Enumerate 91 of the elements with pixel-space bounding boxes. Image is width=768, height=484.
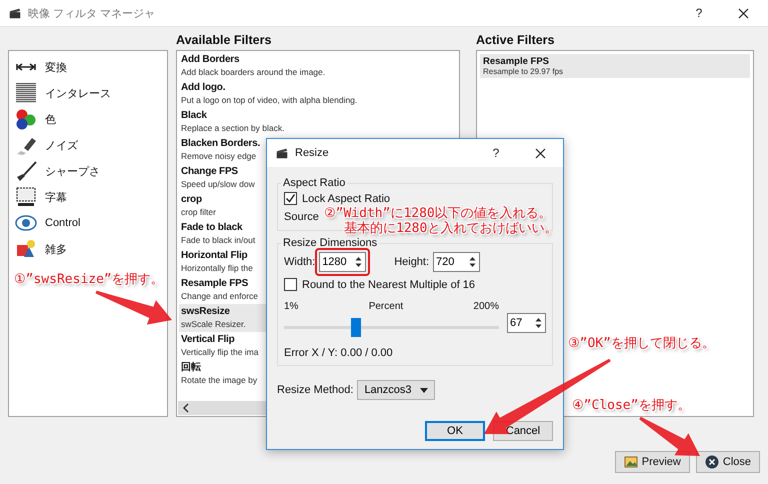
spin-box[interactable]: 1280	[319, 252, 366, 272]
scroll-left-icon	[182, 403, 190, 413]
clapboard-icon	[8, 6, 22, 20]
filter-name: Add logo.	[181, 81, 226, 95]
filter-name: 回転	[181, 361, 201, 375]
filter-description: Fade to black in/out	[181, 235, 256, 246]
filter-description: crop filter	[181, 207, 216, 218]
close-icon	[534, 148, 546, 158]
spinner-arrows-icon	[468, 255, 478, 269]
percent-field[interactable]: 67	[508, 317, 534, 329]
filter-description: Vertically flip the ima	[181, 347, 258, 358]
color-balls-icon	[15, 108, 37, 130]
annotation-text: ①”swsResize”を押す。	[14, 272, 164, 287]
field-label: Height:	[394, 256, 430, 268]
slider-label: Percent	[368, 301, 404, 312]
close-circle-icon	[704, 455, 719, 469]
scale-label: 1%	[284, 301, 298, 312]
annotation-text: ④”Close”を押す。	[572, 398, 690, 413]
field-label: Source	[284, 211, 319, 223]
category-item[interactable]: 雑多	[15, 236, 161, 262]
field-label: Resize Method:	[277, 384, 354, 396]
help-button[interactable]: ?	[680, 1, 718, 25]
highlight-frame	[315, 248, 370, 276]
ok-button[interactable]: OK	[425, 421, 485, 441]
filter-name: Change FPS	[181, 165, 238, 179]
filter-item[interactable]: Resample FPS Resample to 29.97 fps	[480, 54, 750, 78]
filter-item[interactable]: Add logo. Put a logo on top of video, with alpha blending.	[179, 80, 457, 108]
filter-name: Horizontal Flip	[181, 249, 248, 263]
group-title: Aspect Ratio	[281, 177, 348, 189]
close-button[interactable]: Close	[696, 451, 760, 473]
method-dropdown[interactable]: Lanzcos3	[357, 380, 435, 400]
error-readout: Error X / Y: 0.00 / 0.00	[284, 347, 393, 359]
filter-name: Vertical Flip	[181, 333, 235, 347]
caret-icon	[420, 388, 428, 392]
checkbox-label: Round to the Nearest Multiple of 16	[302, 278, 476, 290]
filter-name: Resample FPS	[181, 277, 248, 291]
dialog-title: Resize	[295, 147, 329, 159]
category-item[interactable]: Control	[15, 210, 161, 236]
category-item[interactable]: シャープさ	[15, 158, 161, 184]
group-title: Resize Dimensions	[281, 237, 380, 249]
clapboard-icon	[275, 146, 289, 160]
spin-box[interactable]: 67	[507, 313, 546, 333]
checkbox[interactable]	[284, 192, 297, 205]
slider-thumb[interactable]	[351, 318, 362, 337]
category-item[interactable]: ノイズ	[15, 132, 161, 158]
annotation-text: ②”Width”に1280以下の値を入れる。 基本的に1280と入れておけばいい。	[324, 206, 558, 236]
filter-item[interactable]: Add Borders Add black boarders around the image.	[179, 52, 457, 80]
spinner-arrows-icon	[354, 255, 364, 269]
filter-description: Horizontally flip the	[181, 263, 253, 274]
brush-icon	[15, 160, 37, 182]
picture-icon	[624, 456, 638, 468]
field-label: Width:	[284, 256, 316, 268]
scale-label: 200%	[473, 301, 499, 312]
filter-name: Add Borders	[181, 53, 240, 67]
section-heading: Active Filters	[476, 33, 556, 47]
category-item[interactable]: 色	[15, 106, 161, 132]
filter-description: Speed up/slow dow	[181, 179, 255, 190]
category-item[interactable]: 変換	[15, 54, 161, 80]
filter-description: Change and enforce	[181, 291, 258, 302]
filter-description: Remove noisy edge	[181, 151, 256, 162]
window-title: 映像 フィルタ マネージャ	[28, 6, 156, 20]
annotation-text: ③”OK”を押して閉じる。	[568, 336, 715, 351]
filter-name: swsResize	[181, 305, 230, 319]
category-item[interactable]: 字幕	[15, 184, 161, 210]
filter-description: Add black boarders around the image.	[181, 67, 326, 78]
close-icon	[738, 8, 748, 18]
subtitle-frame-icon	[15, 186, 37, 208]
filter-description: swScale Resizer.	[181, 319, 246, 330]
section-heading: Available Filters	[176, 33, 272, 47]
height-field[interactable]: 720	[434, 256, 468, 268]
checkbox[interactable]	[284, 278, 297, 291]
width-field[interactable]: 1280	[320, 256, 354, 268]
filter-name: crop	[181, 193, 202, 207]
spin-box[interactable]: 720	[433, 252, 480, 272]
category-item[interactable]: インタレース	[15, 80, 161, 106]
filter-name: Blacken Borders.	[181, 137, 260, 151]
arrow	[639, 416, 700, 456]
filter-description: Put a logo on top of video, with alpha blending.	[181, 95, 358, 106]
help-button[interactable]: ?	[477, 141, 515, 165]
filter-item[interactable]: Black Replace a section by black.	[179, 108, 457, 136]
preview-button[interactable]: Preview	[614, 451, 690, 473]
filter-description: Rotate the image by	[181, 375, 258, 386]
filter-name: Black	[181, 109, 207, 123]
filter-description: Replace a section by black.	[181, 123, 284, 134]
filter-name: Resample FPS	[483, 56, 549, 67]
stripes-icon	[15, 82, 37, 104]
spinner-arrows-icon	[534, 316, 543, 330]
checkbox-label: Lock Aspect Ratio	[302, 192, 390, 204]
filter-description: Resample to 29.97 fps	[483, 67, 564, 76]
shapes-icon	[15, 238, 37, 260]
filter-name: Fade to black	[181, 221, 242, 235]
